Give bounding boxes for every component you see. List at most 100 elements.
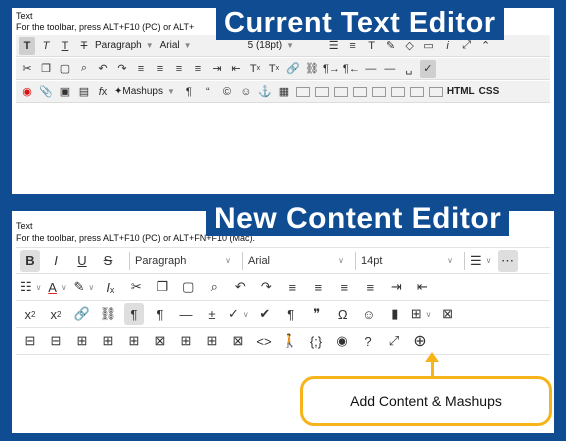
accessibility-icon[interactable]: 🚶 [280, 330, 300, 352]
emoticon-icon[interactable]: ☺ [359, 303, 379, 325]
align-left-icon[interactable]: ≡ [282, 276, 302, 298]
align-left-icon[interactable]: ≡ [133, 60, 149, 78]
attach-icon[interactable]: 📎 [38, 83, 54, 101]
special-char-icon[interactable]: Ω [333, 303, 353, 325]
paste-icon[interactable]: ▢ [57, 60, 73, 78]
clear-formatting-icon[interactable]: Iₓ [100, 276, 120, 298]
ltr-icon[interactable]: ¶→ [323, 60, 340, 78]
numbered-list-icon[interactable]: ☷ ∨ [20, 276, 42, 298]
table-col-icon[interactable] [333, 83, 349, 101]
italic-icon[interactable]: I [46, 250, 66, 272]
table-row-after-icon[interactable]: ⊟ [46, 330, 66, 352]
blockquote-icon[interactable]: ❞ [307, 303, 327, 325]
paragraph-mark-icon[interactable]: ¶ [181, 83, 197, 101]
mashups-dropdown[interactable]: ✦ Mashups ▼ [114, 86, 175, 97]
superscript-icon[interactable]: Tx [247, 60, 263, 78]
preview-eye-icon[interactable]: ◉ [332, 330, 352, 352]
code-icon[interactable]: <> [254, 330, 274, 352]
rtl-icon[interactable]: ¶← [343, 60, 360, 78]
table-props-icon[interactable]: ⊞ [176, 330, 196, 352]
youtube-icon[interactable]: ◉ [19, 83, 35, 101]
fullscreen-icon[interactable]: ⤢ [384, 330, 404, 352]
align-justify-icon[interactable]: ≡ [190, 60, 206, 78]
cut-icon[interactable]: ✂ [19, 60, 35, 78]
text-style-bold-icon[interactable]: T [19, 36, 35, 55]
redo-icon[interactable]: ↷ [256, 276, 276, 298]
align-justify-icon[interactable]: ≡ [360, 276, 380, 298]
horizontal-line-icon[interactable]: — [176, 303, 196, 325]
code-sample-icon[interactable]: {;} [306, 330, 326, 352]
help-icon[interactable]: ? [358, 330, 378, 352]
font-size-dropdown[interactable]: 5 (18pt) ▼ [248, 40, 320, 51]
table-icon[interactable]: ⊞ ∨ [411, 303, 432, 325]
table-delete-icon[interactable] [409, 83, 425, 101]
outdent-icon[interactable]: ⇤ [412, 276, 432, 298]
align-right-icon[interactable]: ≡ [171, 60, 187, 78]
spellcheck-icon[interactable]: ✓ ∨ [228, 303, 249, 325]
more-options-icon[interactable]: ⋯ [497, 249, 518, 272]
align-center-icon[interactable]: ≡ [308, 276, 328, 298]
math-formula-icon[interactable]: fx [95, 83, 111, 101]
paragraph-dropdown[interactable]: Paragraph ▼ [95, 40, 154, 51]
unlink-icon[interactable]: ⛓ [98, 303, 118, 325]
emoticon-icon[interactable]: ☺ [238, 83, 254, 101]
html-button[interactable]: HTML [447, 86, 475, 97]
undo-icon[interactable]: ↶ [230, 276, 250, 298]
spellcheck-icon[interactable]: ✓ [419, 59, 436, 78]
text-style-italic-icon[interactable]: T [38, 37, 54, 55]
image-icon[interactable]: ▣ [57, 83, 73, 101]
paragraph-dropdown[interactable]: Paragraph ∨ [135, 255, 231, 267]
link-icon[interactable]: 🔗 [285, 60, 301, 78]
underline-icon[interactable]: U [72, 250, 92, 272]
align-right-icon[interactable]: ≡ [334, 276, 354, 298]
paste-icon[interactable]: ▢ [178, 276, 198, 298]
unlink-icon[interactable]: ⛓ [304, 60, 320, 78]
blockquote-icon[interactable]: “ [200, 83, 216, 101]
table-col-after-icon[interactable]: ⊞ [98, 330, 118, 352]
redo-icon[interactable]: ↷ [114, 60, 130, 78]
indent-icon[interactable]: ⇥ [209, 60, 225, 78]
copy-icon[interactable]: ❐ [38, 60, 54, 78]
table-merge-icon[interactable]: ⊞ [124, 330, 144, 352]
table-row-icon[interactable] [314, 83, 330, 101]
font-dropdown[interactable]: Arial ∨ [248, 255, 344, 267]
copyright-icon[interactable]: © [219, 83, 235, 101]
table-split-icon[interactable]: ⊠ [150, 330, 170, 352]
highlight-pen-icon[interactable]: ✎ ∨ [74, 276, 95, 298]
indent-icon[interactable]: ⇥ [386, 276, 406, 298]
table-icon[interactable]: ▦ [276, 83, 292, 101]
font-dropdown[interactable]: Arial ▼ [160, 40, 242, 51]
plus-minus-icon[interactable]: ± [202, 303, 222, 325]
add-content-icon[interactable]: ⊕ [410, 330, 430, 352]
rtl-icon[interactable]: ¶ [150, 303, 170, 325]
table-cell-props-icon[interactable]: ⊞ [202, 330, 222, 352]
table-delete-icon[interactable]: ⊠ [438, 303, 458, 325]
subscript-icon[interactable]: Tx [266, 60, 282, 78]
undo-icon[interactable]: ↶ [95, 60, 111, 78]
text-style-underline-icon[interactable]: T [57, 37, 73, 55]
bookmark-icon[interactable]: ▮ [385, 303, 405, 325]
superscript-icon[interactable]: x2 [20, 303, 40, 325]
nonbreaking-space-icon[interactable]: ␣ [401, 60, 417, 78]
strikethrough-icon[interactable]: S [98, 250, 118, 272]
css-button[interactable]: CSS [479, 86, 500, 97]
link-icon[interactable]: 🔗 [72, 303, 92, 325]
copy-icon[interactable]: ❐ [152, 276, 172, 298]
table-prop-icon[interactable] [295, 83, 311, 101]
paragraph-mark-icon[interactable]: ¶ [281, 303, 301, 325]
table-col-before-icon[interactable]: ⊞ [72, 330, 92, 352]
find-icon[interactable]: ⌕ [204, 276, 224, 298]
table-cell-icon[interactable] [352, 83, 368, 101]
table-row-before-icon[interactable]: ⊟ [20, 330, 40, 352]
dash-icon[interactable]: — [382, 60, 398, 78]
horizontal-line-icon[interactable]: — [363, 60, 379, 78]
anchor-icon[interactable]: ⚓ [257, 83, 273, 101]
outdent-icon[interactable]: ⇤ [228, 60, 244, 78]
table-merge-icon[interactable] [371, 83, 387, 101]
media-icon[interactable]: ▤ [76, 83, 92, 101]
ltr-icon[interactable]: ¶ [124, 303, 144, 325]
align-center-icon[interactable]: ≡ [152, 60, 168, 78]
bold-icon[interactable]: B [20, 249, 40, 272]
subscript-icon[interactable]: x2 [46, 303, 66, 325]
checkmark-icon[interactable]: ✔ [255, 303, 275, 325]
